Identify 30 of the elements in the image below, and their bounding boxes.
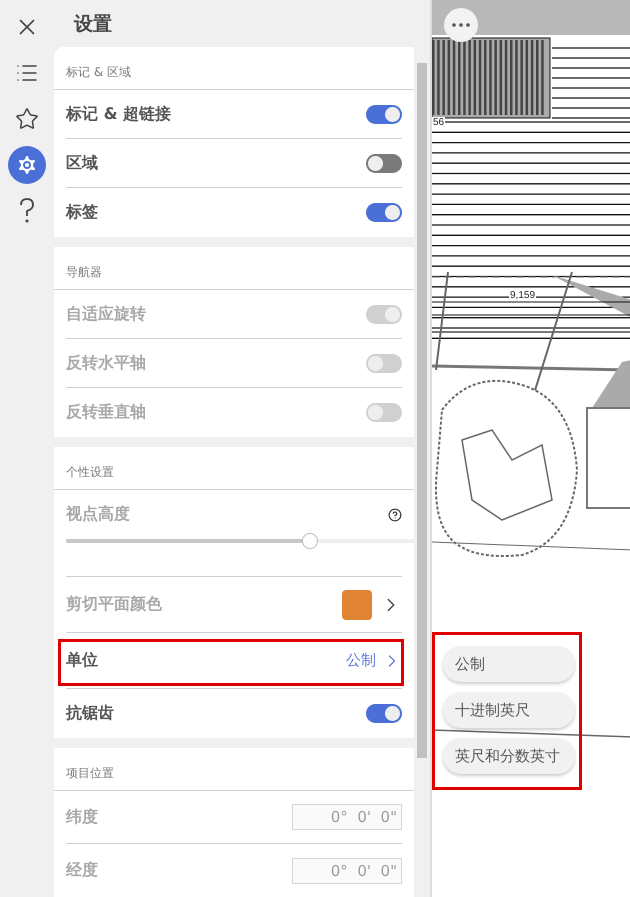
panel-title: 设置 <box>72 12 113 36</box>
unit-option[interactable]: 公制 <box>443 646 575 682</box>
toggle-switch[interactable] <box>366 704 402 723</box>
help-icon[interactable] <box>388 508 402 522</box>
toggle-switch[interactable] <box>366 203 402 222</box>
setting-label: 自适应旋转 <box>66 304 146 324</box>
setting-label: 剪切平面颜色 <box>66 594 162 615</box>
setting-label: 反转垂直轴 <box>66 402 146 423</box>
section-header: 标记 & 区域 <box>66 64 131 81</box>
toggle-switch[interactable] <box>366 154 402 172</box>
setting-label: 标签 <box>66 202 98 223</box>
dimension-label: 9,159 <box>509 290 536 301</box>
units-value[interactable]: 公制 <box>346 650 402 670</box>
setting-label: 视点高度 <box>66 504 130 525</box>
section-header: 导航器 <box>66 264 102 281</box>
section-header: 个性设置 <box>66 464 114 481</box>
setting-label: 区域 <box>66 152 98 174</box>
setting-label: 单位 <box>66 650 98 671</box>
setting-label: 反转水平轴 <box>66 352 146 374</box>
setting-label: 标记 & 超链接 <box>66 104 172 124</box>
toggle-switch[interactable] <box>366 104 402 124</box>
section-header: 项目位置 <box>66 765 114 782</box>
dimension-label: 56 <box>432 117 446 128</box>
setting-label: 经度 <box>66 860 98 881</box>
unit-option[interactable]: 十进制英尺 <box>443 692 575 728</box>
more-icon <box>452 23 470 27</box>
setting-label: 抗锯齿 <box>66 703 114 724</box>
unit-option[interactable]: 英尺和分数英寸 <box>443 738 575 774</box>
settings-icon[interactable] <box>8 146 46 184</box>
setting-label: 纬度 <box>66 806 98 828</box>
